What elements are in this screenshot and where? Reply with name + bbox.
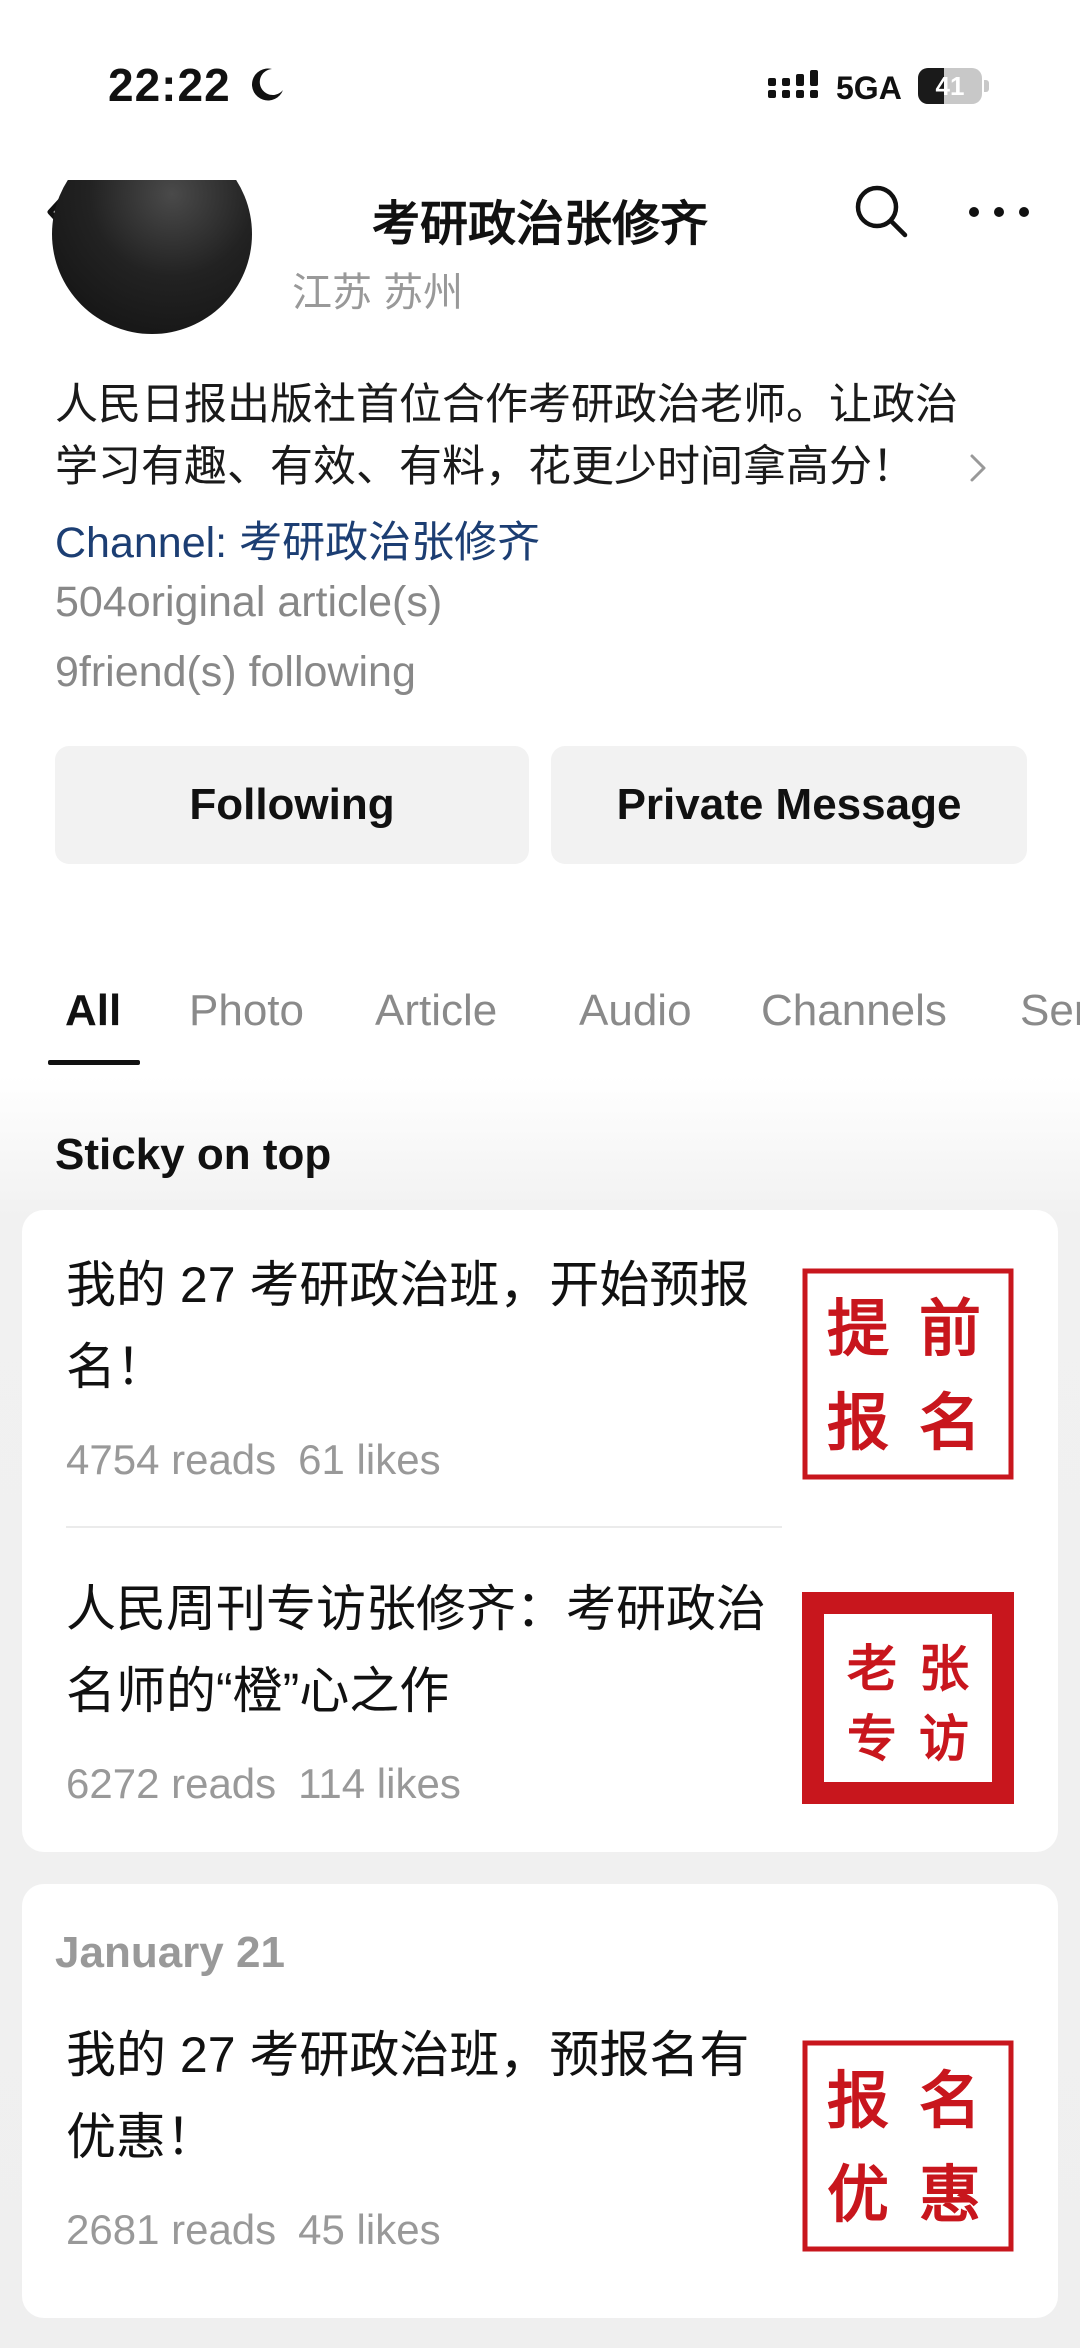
tab-audio[interactable]: Audio [579,986,692,1036]
thumb-char: 惠 [919,2158,981,2231]
thumb-char: 前 [919,1292,981,1365]
article-likes: 45 likes [298,2206,441,2253]
article-thumbnail: 报 名 优 惠 [802,2040,1014,2252]
network-label: 5GA [836,70,902,106]
article-title: 人民周刊专访张修齐：考研政治名师的“橙”心之作 [66,1581,766,1719]
bio-line: 学习有趣、有效、有料，花更少时间拿高分！ [55,443,915,491]
article-thumbnail: 提 前 报 名 [802,1268,1014,1480]
dated-card: January 21 我的 27 考研政治班，预报名有优惠！ 2681 read… [22,1884,1058,2318]
active-tab-indicator [48,1060,140,1065]
thumb-char: 报 [827,1386,889,1459]
thumb-char: 名 [919,2064,981,2137]
bio-line: 人民日报出版社首位合作考研政治老师。让政治 [55,381,958,429]
article-likes: 61 likes [298,1436,441,1483]
tab-article[interactable]: Article [375,986,497,1036]
profile-bio[interactable]: 人民日报出版社首位合作考研政治老师。让政治 学习有趣、有效、有料，花更少时间拿高… [55,374,1035,498]
thumb-char: 名 [919,1386,981,1459]
article-title: 我的 27 考研政治班，开始预报名！ [66,1257,750,1395]
divider [66,1526,782,1528]
channel-link[interactable]: Channel: 考研政治张修齐 [55,508,540,570]
friends-following-count[interactable]: 9friend(s) following [55,648,416,697]
article-thumbnail: 老 张 专 访 [802,1592,1014,1804]
tab-photo[interactable]: Photo [189,986,304,1036]
profile-location: 江苏 苏州 [292,271,464,315]
battery-icon: 41 [918,68,989,104]
article-item[interactable]: 我的 27 考研政治班，预报名有优惠！ 2681 reads 45 likes 报… [22,2014,1058,2294]
original-articles-count[interactable]: 504original article(s) [55,578,442,627]
thumb-char: 老 [847,1640,897,1698]
article-item[interactable]: 我的 27 考研政治班，开始预报名！ 4754 reads 61 likes 提 … [22,1244,1058,1514]
article-reads: 6272 reads [66,1760,277,1807]
thumb-char: 报 [827,2064,889,2137]
thumb-char: 专 [847,1710,897,1768]
tab-channels[interactable]: Channels [761,986,947,1036]
article-meta: 2681 reads 45 likes [66,2206,441,2254]
thumb-char: 提 [827,1292,889,1365]
article-item[interactable]: 人民周刊专访张修齐：考研政治名师的“橙”心之作 6272 reads 114 li… [22,1568,1058,1838]
avatar[interactable] [52,180,252,336]
tab-series[interactable]: Series [1020,986,1080,1036]
thumb-char: 优 [827,2158,889,2231]
article-meta: 4754 reads 61 likes [66,1436,441,1484]
section-title: Sticky on top [55,1130,332,1179]
article-title: 我的 27 考研政治班，预报名有优惠！ [66,2027,750,2165]
sticky-card: 我的 27 考研政治班，开始预报名！ 4754 reads 61 likes 提 … [22,1210,1058,1852]
private-message-button[interactable]: Private Message [551,746,1027,864]
date-label: January 21 [55,1928,285,1977]
article-meta: 6272 reads 114 likes [66,1760,461,1808]
article-likes: 114 likes [298,1760,461,1807]
moon-icon [251,68,283,101]
content-tabs: All Photo Article Audio Channels Series [0,986,1080,1076]
battery-level: 41 [935,71,965,101]
more-icon[interactable] [966,192,1032,232]
thumb-char: 访 [919,1710,969,1768]
thumb-char: 张 [919,1640,969,1698]
search-icon[interactable] [852,182,910,240]
following-button[interactable]: Following [55,746,529,864]
article-reads: 2681 reads [66,2206,277,2253]
tab-all[interactable]: All [65,986,121,1036]
signal-icon [768,70,818,98]
status-bar: 22:22 5GA 41 [0,0,1080,160]
page-title: 考研政治张修齐 [371,198,708,251]
status-time: 22:22 [108,59,231,111]
article-reads: 4754 reads [66,1436,277,1483]
chevron-right-icon[interactable] [966,448,990,488]
